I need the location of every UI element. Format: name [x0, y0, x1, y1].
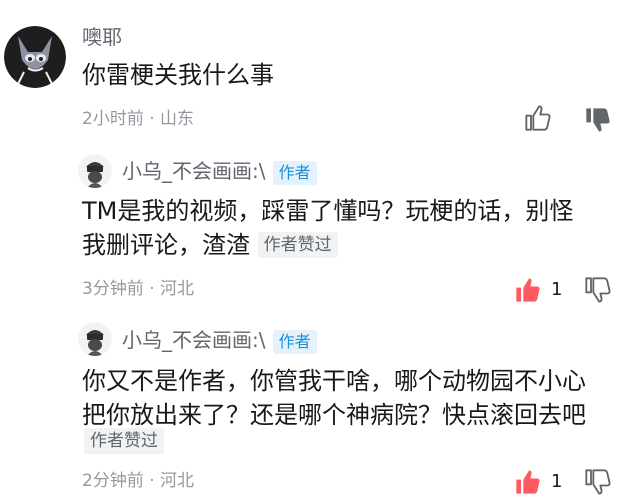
comment-time: 2分钟前	[82, 471, 144, 491]
comment-location: 河北	[160, 279, 195, 299]
comment-text: 你又不是作者，你管我干啥，哪个动物园不小心 把你放出来了？还是哪个神病院？快点滚…	[82, 364, 622, 432]
comment-meta: 2分钟前 · 河北	[82, 470, 194, 492]
comment-text-line: 你又不是作者，你管我干啥，哪个动物园不小心	[82, 367, 586, 395]
comment-text-line: TM是我的视频，踩雷了懂吗？玩梗的话，别怪	[82, 197, 574, 225]
thumbs-up-icon	[525, 105, 551, 131]
comment-text-line-2: 我删评论，渣渣 作者赞过	[82, 228, 622, 262]
dislike-button[interactable]	[584, 106, 612, 134]
thumbs-down-icon	[585, 469, 611, 495]
username[interactable]: 小乌_不会画画:\	[122, 159, 265, 183]
like-button[interactable]	[524, 104, 552, 132]
dislike-button[interactable]	[584, 276, 612, 304]
avatar[interactable]	[78, 322, 112, 356]
author-badge: 作者	[272, 330, 317, 354]
thumbs-up-icon	[516, 278, 540, 302]
meta-separator: ·	[143, 471, 161, 491]
comment-text-line-2: 把你放出来了？还是哪个神病院？快点滚回去吧	[82, 401, 586, 429]
comment-location: 河北	[160, 471, 195, 491]
author-liked-badge: 作者赞过	[257, 232, 338, 258]
comment-time: 3分钟前	[82, 279, 144, 299]
meta-separator: ·	[143, 279, 161, 299]
author-liked-badge: 作者赞过	[84, 428, 164, 454]
thumbs-down-icon	[586, 108, 610, 132]
like-count: 1	[551, 279, 563, 300]
author-badge: 作者	[272, 161, 317, 185]
username[interactable]: 小乌_不会画画:\	[122, 328, 265, 352]
avatar[interactable]	[78, 154, 112, 188]
thumbs-down-icon	[585, 277, 611, 303]
like-button[interactable]	[514, 276, 542, 304]
thumbs-up-icon	[516, 470, 540, 494]
comment-meta: 3分钟前 · 河北	[82, 278, 194, 300]
meta-separator: ·	[143, 109, 161, 129]
avatar[interactable]	[4, 26, 66, 88]
comment-text: 你雷梗关我什么事	[82, 61, 274, 89]
dislike-button[interactable]	[584, 468, 612, 496]
username[interactable]: 噢耶	[82, 25, 122, 49]
like-button[interactable]	[514, 468, 542, 496]
comment-location: 山东	[160, 109, 195, 129]
like-count: 1	[551, 471, 563, 492]
comment-time: 2小时前	[82, 109, 144, 129]
comment-meta: 2小时前 · 山东	[82, 108, 194, 130]
comment-text: TM是我的视频，踩雷了懂吗？玩梗的话，别怪 我删评论，渣渣 作者赞过	[82, 194, 622, 262]
